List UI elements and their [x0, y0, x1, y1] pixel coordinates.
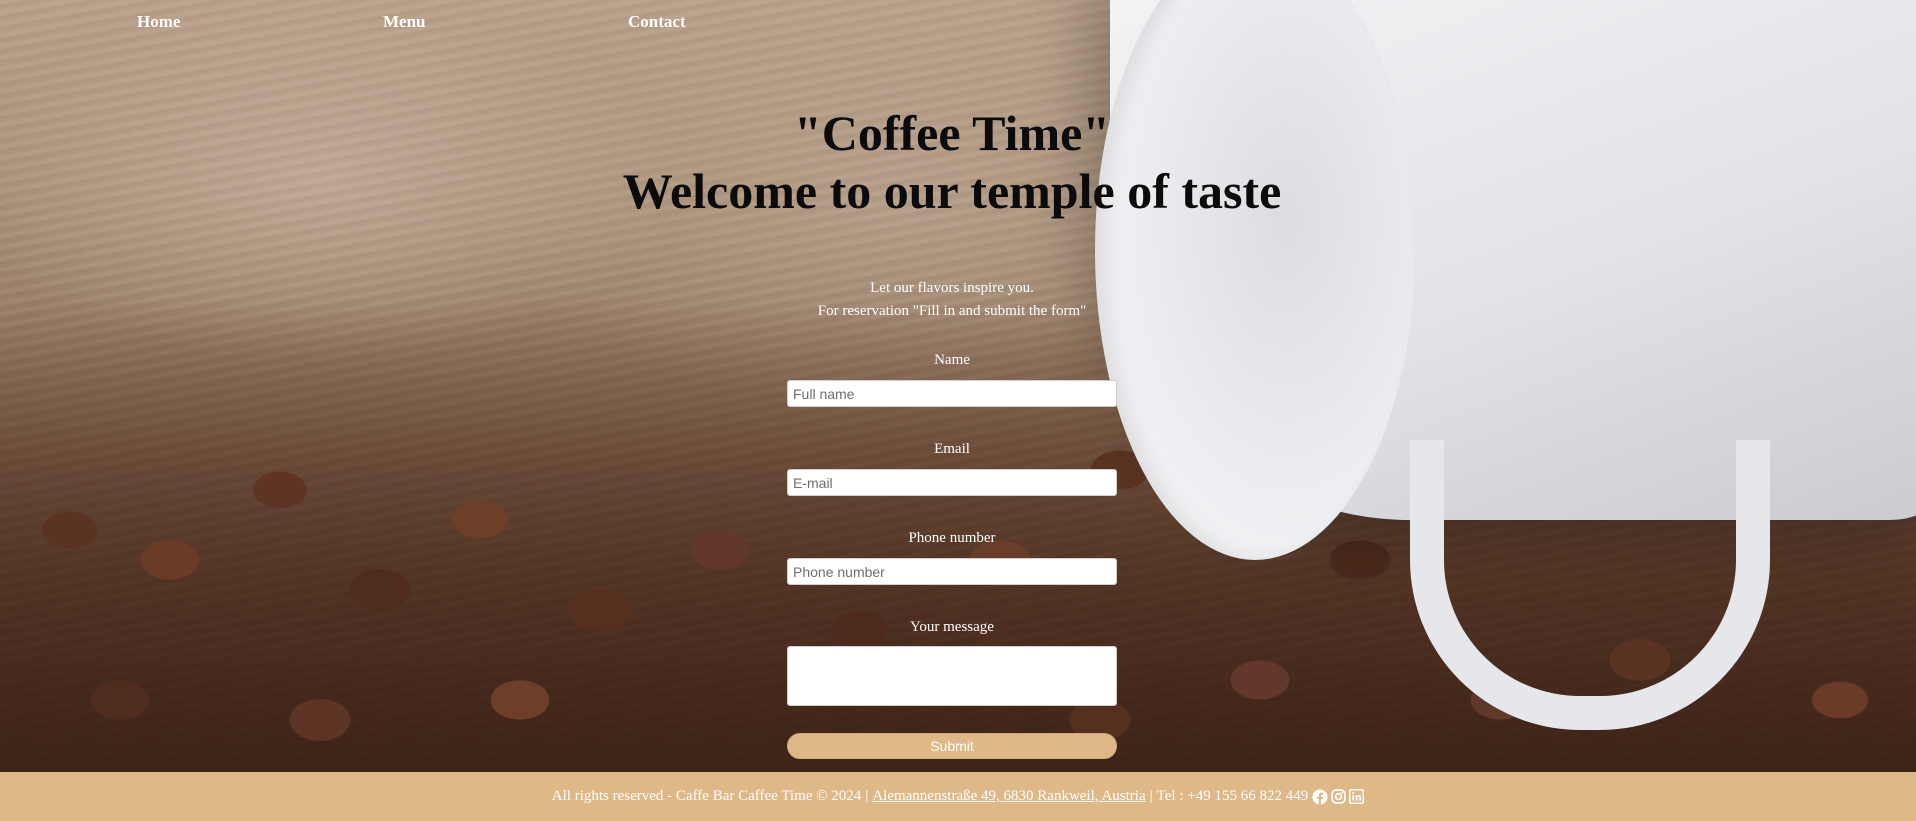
- title-line-welcome: Welcome to our temple of taste: [622, 163, 1282, 219]
- page-title: "Coffee Time" Welcome to our temple of t…: [0, 104, 1904, 220]
- nav-link-menu[interactable]: Menu: [383, 12, 426, 32]
- reservation-form: Name Email Phone number Your message Sub…: [787, 350, 1117, 759]
- footer-divider: |: [865, 788, 869, 804]
- intro-line-2: For reservation "Fill in and submit the …: [817, 303, 1087, 319]
- instagram-icon[interactable]: [1331, 789, 1346, 804]
- footer-rights: All rights reserved - Caffe Bar Caffee T…: [551, 788, 862, 804]
- footer-phone: Tel : +49 155 66 822 449: [1156, 788, 1309, 804]
- footer-divider: |: [1149, 788, 1153, 804]
- nav-link-contact[interactable]: Contact: [628, 12, 686, 32]
- email-input[interactable]: [787, 469, 1117, 496]
- message-textarea[interactable]: [787, 646, 1117, 706]
- intro-text: Let our flavors inspire you. For reserva…: [0, 277, 1904, 323]
- name-input[interactable]: [787, 380, 1117, 407]
- name-label: Name: [934, 352, 970, 368]
- title-line-brand: "Coffee Time": [793, 105, 1111, 161]
- footer: All rights reserved - Caffe Bar Caffee T…: [0, 772, 1916, 821]
- phone-input[interactable]: [787, 558, 1117, 585]
- nav-link-home[interactable]: Home: [137, 12, 180, 32]
- message-label: Your message: [910, 619, 994, 635]
- submit-button[interactable]: Submit: [787, 733, 1117, 759]
- phone-label: Phone number: [908, 530, 996, 546]
- top-nav: Home Menu Contact: [0, 12, 1916, 36]
- footer-address-link[interactable]: Alemannenstraße 49, 6830 Rankweil, Austr…: [872, 788, 1145, 805]
- intro-line-1: Let our flavors inspire you.: [870, 280, 1034, 296]
- linkedin-icon[interactable]: [1349, 789, 1365, 804]
- social-links: [1312, 789, 1365, 805]
- facebook-icon[interactable]: [1312, 789, 1328, 805]
- email-label: Email: [934, 441, 970, 457]
